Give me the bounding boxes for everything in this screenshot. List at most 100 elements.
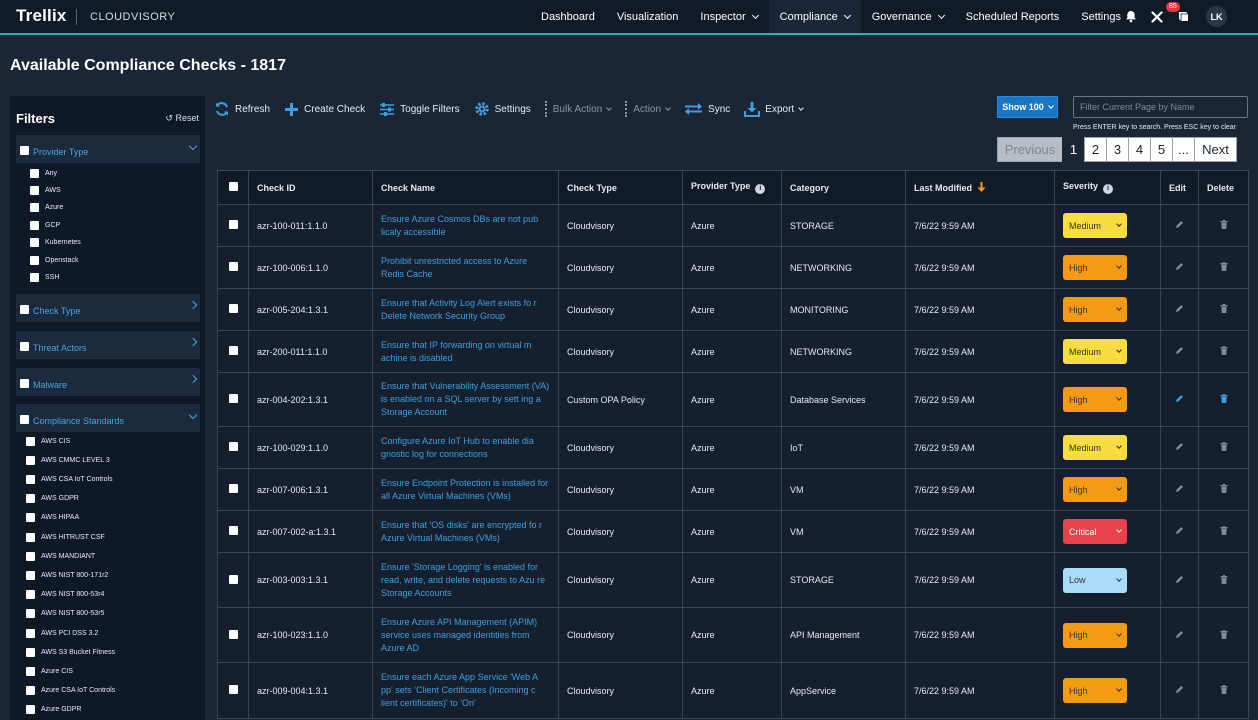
pencil-icon[interactable] xyxy=(1175,304,1184,313)
trash-icon[interactable] xyxy=(1220,484,1228,493)
filter-by-name-input[interactable] xyxy=(1073,96,1248,118)
next-page-button[interactable]: Next xyxy=(1194,137,1237,162)
trash-icon[interactable] xyxy=(1220,629,1228,639)
standard-option-checkbox[interactable] xyxy=(26,513,35,523)
provider-option-checkbox[interactable] xyxy=(30,238,39,248)
trash-icon[interactable] xyxy=(1220,685,1228,694)
nav-scheduled-reports[interactable]: Scheduled Reports xyxy=(955,0,1071,33)
trash-icon[interactable] xyxy=(1220,394,1228,403)
reset-filters-button[interactable]: ↺ Reset xyxy=(165,113,199,124)
severity-dropdown[interactable]: Medium xyxy=(1063,435,1127,460)
severity-dropdown[interactable]: Medium xyxy=(1063,213,1127,238)
page-button[interactable]: 4 xyxy=(1128,137,1151,162)
row-checkbox[interactable] xyxy=(228,346,238,355)
row-checkbox[interactable] xyxy=(228,526,238,535)
row-checkbox[interactable] xyxy=(228,629,238,639)
check-name-link[interactable]: Prohibit unrestricted access to Azure Re… xyxy=(381,255,550,281)
docs-button[interactable] xyxy=(1170,0,1196,33)
standard-option[interactable]: AWS NIST 800-53r4 xyxy=(26,589,104,601)
row-checkbox[interactable] xyxy=(228,304,238,313)
page-button[interactable]: ... xyxy=(1172,137,1195,162)
check-name-link[interactable]: Ensure 'Storage Logging' is enabled for … xyxy=(381,561,550,600)
standard-option-checkbox[interactable] xyxy=(26,474,35,484)
severity-dropdown[interactable]: High xyxy=(1063,387,1127,412)
check-name-link[interactable]: Ensure that 'OS disks' are encrypted fo … xyxy=(381,519,550,545)
standard-option-checkbox[interactable] xyxy=(26,628,35,638)
brand-logo[interactable]: Trellix xyxy=(16,6,67,26)
create-check-button[interactable]: Create Check xyxy=(284,102,365,117)
row-checkbox[interactable] xyxy=(228,685,238,694)
pencil-icon[interactable] xyxy=(1175,630,1184,639)
pencil-icon[interactable] xyxy=(1175,685,1184,694)
standard-option-checkbox[interactable] xyxy=(26,647,35,657)
page-button[interactable]: 1 xyxy=(1062,137,1085,162)
severity-dropdown[interactable]: Medium xyxy=(1063,339,1127,364)
provider-option[interactable]: SSH xyxy=(30,271,59,283)
column-severity[interactable]: Severity i xyxy=(1054,170,1161,205)
severity-dropdown[interactable]: Low xyxy=(1063,567,1127,593)
severity-dropdown[interactable]: High xyxy=(1063,297,1127,322)
info-icon[interactable]: i xyxy=(1103,183,1114,194)
check-name-link[interactable]: Ensure that Activity Log Alert exists fo… xyxy=(381,297,550,323)
provider-option-checkbox[interactable] xyxy=(30,185,39,195)
trash-icon[interactable] xyxy=(1220,262,1228,271)
standard-option[interactable]: Azure GDPR xyxy=(26,704,81,716)
page-button[interactable]: 2 xyxy=(1084,137,1107,162)
standard-option-checkbox[interactable] xyxy=(26,609,35,619)
provider-option-checkbox[interactable] xyxy=(30,272,39,282)
provider-option[interactable]: Any xyxy=(30,167,57,179)
provider-option-checkbox[interactable] xyxy=(30,168,39,178)
column-check-id[interactable]: Check ID xyxy=(248,170,373,205)
export-dropdown[interactable]: Export xyxy=(744,101,805,117)
standard-option[interactable]: Azure CSA IoT Controls xyxy=(26,685,115,697)
trash-icon[interactable] xyxy=(1220,346,1228,355)
row-checkbox[interactable] xyxy=(228,220,238,229)
standard-option-checkbox[interactable] xyxy=(26,532,35,542)
standard-option-checkbox[interactable] xyxy=(26,705,35,715)
pencil-icon[interactable] xyxy=(1175,442,1184,451)
provider-option[interactable]: AWS xyxy=(30,184,61,196)
provider-option[interactable]: Azure xyxy=(30,202,63,214)
trash-icon[interactable] xyxy=(1220,574,1228,584)
filter-provider-type[interactable]: Provider Type xyxy=(16,135,200,163)
filter-compliance-standards[interactable]: Compliance Standards xyxy=(16,404,200,432)
toggle-filters-button[interactable]: Toggle Filters xyxy=(379,102,460,117)
standard-option[interactable]: AWS MANDIANT xyxy=(26,550,95,562)
standard-option[interactable]: AWS S3 Bucket Fitness xyxy=(26,646,115,658)
standard-option-checkbox[interactable] xyxy=(26,570,35,580)
pencil-icon[interactable] xyxy=(1175,346,1184,355)
standard-option-checkbox[interactable] xyxy=(26,551,35,561)
row-checkbox[interactable] xyxy=(228,484,238,493)
provider-option[interactable]: GCP xyxy=(30,219,60,231)
row-checkbox[interactable] xyxy=(228,394,238,403)
row-checkbox[interactable] xyxy=(228,442,238,451)
nav-inspector[interactable]: Inspector xyxy=(689,0,768,33)
provider-option-checkbox[interactable] xyxy=(30,220,39,230)
settings-button[interactable]: Settings xyxy=(474,101,531,117)
nav-dashboard[interactable]: Dashboard xyxy=(530,0,606,33)
refresh-button[interactable]: Refresh xyxy=(214,101,270,117)
standard-option[interactable]: Azure CIS xyxy=(26,665,73,677)
select-all-checkbox[interactable] xyxy=(228,182,238,191)
page-button[interactable]: 3 xyxy=(1106,137,1129,162)
provider-type-checkbox[interactable] xyxy=(20,146,29,155)
check-name-link[interactable]: Ensure each Azure App Service 'Web A pp'… xyxy=(381,671,550,710)
pencil-icon[interactable] xyxy=(1175,262,1184,271)
provider-option-checkbox[interactable] xyxy=(30,203,39,213)
pencil-icon[interactable] xyxy=(1175,220,1184,229)
page-size-dropdown[interactable]: Show 100 xyxy=(997,96,1058,118)
compliance-standards-checkbox[interactable] xyxy=(20,415,29,424)
provider-option[interactable]: Openstack xyxy=(30,254,78,266)
pencil-icon[interactable] xyxy=(1175,484,1184,493)
column-category[interactable]: Category xyxy=(781,170,906,205)
severity-dropdown[interactable]: High xyxy=(1063,622,1127,648)
standard-option[interactable]: AWS CMMC LEVEL 3 xyxy=(26,454,110,466)
malware-checkbox[interactable] xyxy=(20,379,29,388)
column-last-modified[interactable]: Last Modified xyxy=(905,170,1055,205)
row-checkbox[interactable] xyxy=(228,574,238,584)
standard-option[interactable]: AWS PCI DSS 3.2 xyxy=(26,627,98,639)
severity-dropdown[interactable]: High xyxy=(1063,678,1127,703)
notifications-button[interactable] xyxy=(1118,0,1144,33)
severity-dropdown[interactable]: High xyxy=(1063,255,1127,280)
page-button[interactable]: 5 xyxy=(1150,137,1173,162)
